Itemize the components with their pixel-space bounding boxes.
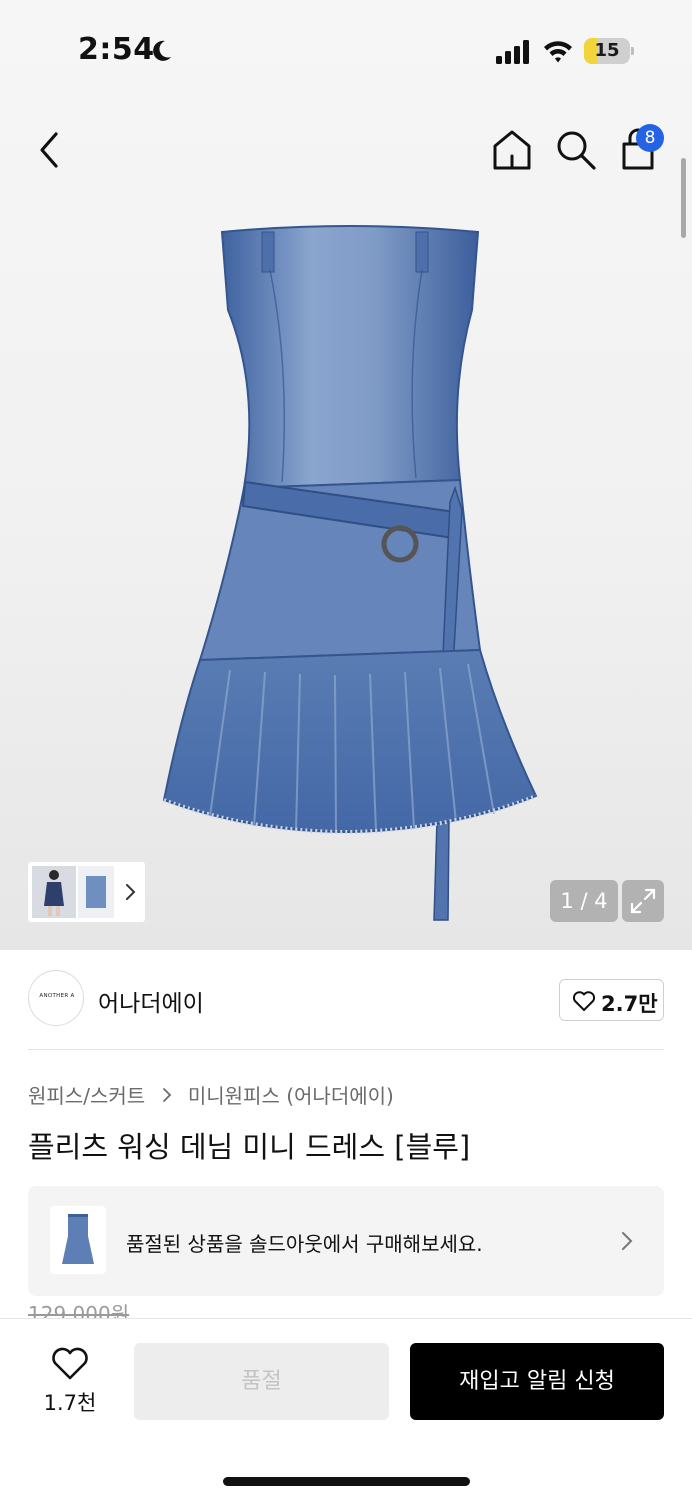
brand-like-button[interactable]: 2.7만 [559,979,664,1021]
search-icon[interactable] [554,128,598,172]
image-page-counter: 1 / 4 [550,880,618,922]
cellular-signal-icon [496,40,529,64]
status-bar: 2:54 15 [0,0,692,100]
soldout-button[interactable]: 품절 [134,1343,389,1420]
wifi-icon [544,41,572,63]
thumbnail-model[interactable] [32,866,76,918]
battery-indicator: 15 [584,38,634,64]
scrollbar[interactable] [681,158,686,238]
soldout-message: 품절된 상품을 솔드아웃에서 구매해보세요. [126,1232,483,1256]
moon-icon [153,40,171,61]
home-indicator[interactable] [223,1477,470,1486]
product-title: 플리츠 워싱 데님 미니 드레스 [블루] [28,1130,471,1164]
soldout-banner[interactable]: 품절된 상품을 솔드아웃에서 구매해보세요. [28,1186,664,1296]
chevron-right-icon[interactable] [122,882,138,902]
status-time: 2:54 [78,32,155,67]
expand-button[interactable] [622,880,664,922]
brand-name[interactable]: 어나더에이 [98,984,204,1018]
wishlist-button[interactable]: 1.7천 [30,1347,110,1417]
divider [28,1049,664,1050]
cart-button[interactable]: 8 [616,124,668,174]
brand-logo-text: ANOTHER A [39,993,75,999]
product-image[interactable] [150,220,550,930]
thumbnail-strip[interactable] [28,862,145,922]
battery-level: 15 [594,40,620,61]
brand-like-count: 2.7만 [601,992,658,1016]
heart-icon [52,1347,88,1380]
chevron-right-icon [162,1087,171,1102]
bottom-action-bar: 1.7천 품절 재입고 알림 신청 [0,1318,692,1500]
heart-icon [572,991,596,1011]
back-chevron-icon[interactable] [30,128,70,172]
product-gallery[interactable]: 2:54 15 8 1 / 4 [0,0,692,950]
home-icon[interactable] [490,128,534,172]
restock-alert-button[interactable]: 재입고 알림 신청 [410,1343,664,1420]
cart-count-badge: 8 [636,124,664,152]
soldout-product-thumbnail [50,1206,106,1274]
breadcrumb: 원피스/스커트 미니원피스 (어나더에이) [28,1080,394,1108]
wishlist-count: 1.7천 [43,1391,97,1415]
brand-logo[interactable]: ANOTHER A [28,970,84,1026]
expand-icon [630,888,656,914]
chevron-right-icon [622,1232,633,1250]
breadcrumb-category[interactable]: 원피스/스커트 [28,1080,145,1109]
thumbnail-detail[interactable] [78,866,114,918]
breadcrumb-subcategory[interactable]: 미니원피스 (어나더에이) [188,1080,394,1109]
